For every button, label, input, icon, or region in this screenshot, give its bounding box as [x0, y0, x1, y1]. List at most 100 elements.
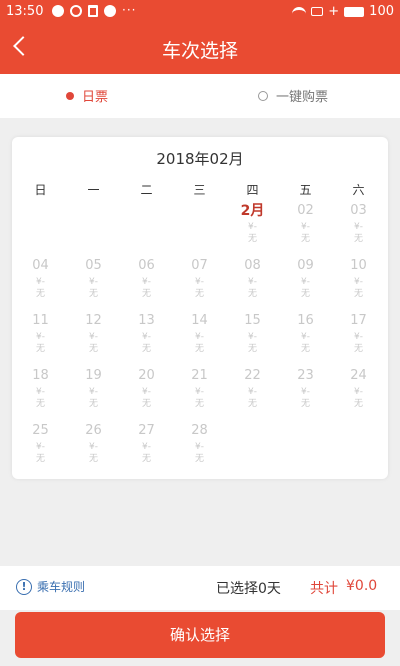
day-availability: 无 [194, 289, 204, 299]
day-price: ¥- [89, 332, 98, 342]
day-price: ¥- [142, 277, 151, 287]
status-system-icons: + 100 [292, 4, 394, 19]
day-availability: 无 [194, 344, 204, 354]
calendar-day[interactable]: 28 ¥- 无 [173, 423, 226, 479]
calendar-card: 2018年02月 日 一 二 三 四 五 六 2月 ¥- 无 02 ¥- 无 03 ¥- 无 04 ¥- 无 05 ¥… [12, 137, 388, 479]
tab-one-click[interactable]: 一键购票 [258, 86, 328, 105]
total-value: ¥0.0 [346, 578, 378, 594]
calendar-day[interactable]: 05 ¥- 无 [67, 258, 120, 314]
calendar-day[interactable]: 21 ¥- 无 [173, 368, 226, 424]
day-availability: 无 [300, 399, 310, 409]
day-price: ¥- [301, 332, 310, 342]
ticket-type-tabs: 日票 一键购票 [0, 74, 400, 118]
message-icon [52, 5, 64, 17]
selected-days-text: 已选择0天 [216, 581, 281, 597]
riding-rules-link[interactable]: ! 乘车规则 [16, 578, 85, 595]
day-availability: 无 [300, 344, 310, 354]
calendar-day[interactable]: 07 ¥- 无 [173, 258, 226, 314]
nav-bar: 车次选择 [0, 24, 400, 74]
day-availability: 无 [141, 399, 151, 409]
day-price: ¥- [354, 277, 363, 287]
calendar-day[interactable]: 12 ¥- 无 [67, 313, 120, 369]
day-number: 09 [297, 258, 314, 273]
calendar-day[interactable]: 11 ¥- 无 [14, 313, 67, 369]
day-availability: 无 [88, 344, 98, 354]
day-number: 26 [85, 423, 102, 438]
calendar-day[interactable]: 09 ¥- 无 [279, 258, 332, 314]
day-price: ¥- [142, 442, 151, 452]
day-availability: 无 [194, 399, 204, 409]
calendar-day[interactable]: 17 ¥- 无 [332, 313, 385, 369]
weekday-header: 日 [34, 183, 47, 197]
day-price: ¥- [142, 332, 151, 342]
day-price: ¥- [301, 222, 310, 232]
day-number: 10 [350, 258, 367, 273]
day-availability: 无 [88, 289, 98, 299]
battery-saver-icon [311, 7, 324, 16]
more-dots-icon: ··· [122, 3, 137, 17]
total-label: 共计 [310, 581, 338, 597]
calendar-day[interactable]: 13 ¥- 无 [120, 313, 173, 369]
day-availability: 无 [194, 454, 204, 464]
calendar-day[interactable]: 16 ¥- 无 [279, 313, 332, 369]
day-number: 23 [297, 368, 314, 383]
day-availability: 无 [35, 454, 45, 464]
calendar-month-title: 2018年02月 [156, 150, 244, 168]
day-price: ¥- [301, 277, 310, 287]
tab-daily-ticket[interactable]: 日票 [66, 86, 108, 105]
calendar-day[interactable]: 04 ¥- 无 [14, 258, 67, 314]
info-icon: ! [16, 578, 32, 595]
day-price: ¥- [36, 387, 45, 397]
calendar-day[interactable]: 06 ¥- 无 [120, 258, 173, 314]
calendar-day[interactable]: 10 ¥- 无 [332, 258, 385, 314]
weekday-header: 五 [299, 183, 312, 197]
calendar-day[interactable]: 27 ¥- 无 [120, 423, 173, 479]
day-number: 25 [32, 423, 49, 438]
calendar-day[interactable]: 25 ¥- 无 [14, 423, 67, 479]
battery-icon [344, 6, 365, 17]
calendar-day[interactable]: 24 ¥- 无 [332, 368, 385, 424]
tab-one-click-label: 一键购票 [276, 90, 329, 105]
day-number: 2月 [240, 203, 265, 219]
day-number: 24 [350, 368, 367, 383]
calendar-day[interactable]: 08 ¥- 无 [226, 258, 279, 314]
day-price: ¥- [354, 387, 363, 397]
weekday-header: 二 [140, 183, 153, 197]
day-number: 03 [350, 203, 367, 218]
day-number: 20 [138, 368, 155, 383]
calendar-day[interactable]: 20 ¥- 无 [120, 368, 173, 424]
day-availability: 无 [247, 399, 257, 409]
day-price: ¥- [195, 332, 204, 342]
day-availability: 无 [35, 289, 45, 299]
day-availability: 无 [353, 289, 363, 299]
tab-daily-label: 日票 [82, 90, 109, 105]
calendar-day[interactable]: 18 ¥- 无 [14, 368, 67, 424]
calendar-day[interactable]: 14 ¥- 无 [173, 313, 226, 369]
calendar-day[interactable]: 19 ¥- 无 [67, 368, 120, 424]
day-price: ¥- [248, 277, 257, 287]
trash-icon [88, 5, 98, 17]
calendar-day[interactable]: 02 ¥- 无 [279, 203, 332, 259]
calendar-day[interactable]: 26 ¥- 无 [67, 423, 120, 479]
weekday-header: 一 [87, 183, 100, 197]
day-price: ¥- [195, 387, 204, 397]
summary-bar: ! 乘车规则 已选择0天 共计 ¥0.0 [0, 566, 400, 610]
day-number: 11 [32, 313, 49, 328]
weekday-header: 三 [193, 183, 206, 197]
chat-icon [104, 5, 116, 17]
calendar-day[interactable]: 15 ¥- 无 [226, 313, 279, 369]
calendar-day[interactable]: 2月 ¥- 无 [226, 203, 279, 259]
day-availability: 无 [88, 454, 98, 464]
calendar-day[interactable]: 03 ¥- 无 [332, 203, 385, 259]
radio-unselected-icon [258, 90, 268, 101]
day-number: 04 [32, 258, 49, 273]
day-price: ¥- [195, 442, 204, 452]
calendar-day[interactable]: 23 ¥- 无 [279, 368, 332, 424]
day-number: 12 [85, 313, 102, 328]
day-availability: 无 [88, 399, 98, 409]
day-number: 16 [297, 313, 314, 328]
day-number: 07 [191, 258, 208, 273]
confirm-button[interactable]: 确认选择 [15, 612, 385, 658]
calendar-day[interactable]: 22 ¥- 无 [226, 368, 279, 424]
day-availability: 无 [247, 344, 257, 354]
